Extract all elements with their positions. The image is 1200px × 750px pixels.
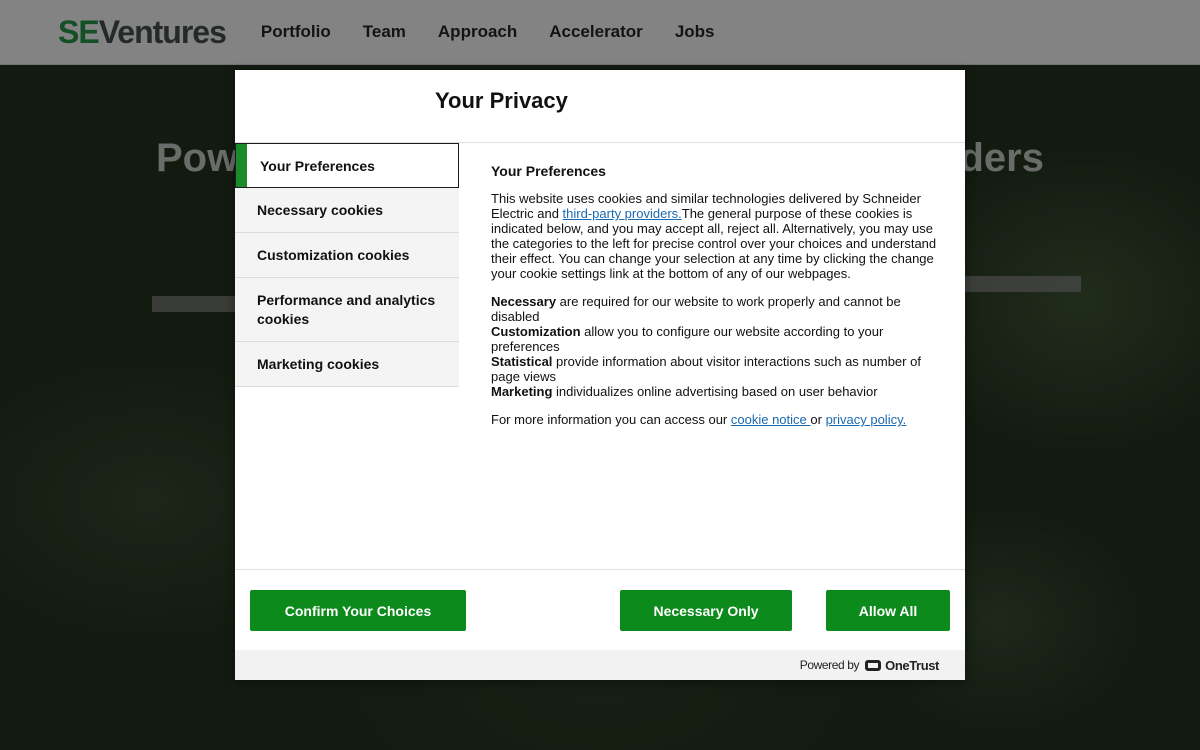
definition-necessary: Necessary are required for our website t… bbox=[491, 294, 901, 324]
cookie-notice-link[interactable]: cookie notice bbox=[731, 412, 811, 427]
tab-customization-cookies[interactable]: Customization cookies bbox=[235, 233, 459, 278]
powered-by-bar: Powered by OneTrust bbox=[235, 650, 965, 680]
tab-label: Marketing cookies bbox=[257, 356, 380, 372]
definitions-list: Necessary are required for our website t… bbox=[491, 294, 941, 399]
preference-tabs: Your Preferences Necessary cookies Custo… bbox=[235, 143, 459, 387]
modal-body: Your Preferences Necessary cookies Custo… bbox=[235, 143, 965, 569]
onetrust-icon bbox=[865, 659, 882, 671]
third-party-providers-link[interactable]: third-party providers. bbox=[563, 206, 682, 221]
privacy-policy-link[interactable]: privacy policy. bbox=[826, 412, 907, 427]
definition-text: individualizes online advertising based … bbox=[552, 384, 878, 399]
tab-label: Your Preferences bbox=[260, 157, 375, 174]
powered-by-text: Powered by bbox=[799, 658, 860, 672]
tab-label: Performance and analytics cookies bbox=[257, 291, 436, 327]
preference-content: Your Preferences This website uses cooki… bbox=[491, 164, 941, 440]
definition-text: provide information about visitor intera… bbox=[491, 354, 921, 384]
onetrust-logo[interactable]: OneTrust bbox=[865, 658, 939, 673]
confirm-choices-button[interactable]: Confirm Your Choices bbox=[250, 590, 466, 631]
more-info-paragraph: For more information you can access our … bbox=[491, 412, 941, 427]
definition-term: Necessary bbox=[491, 294, 557, 309]
tab-label: Necessary cookies bbox=[257, 202, 384, 218]
privacy-modal: Your Privacy Your Preferences Necessary … bbox=[235, 70, 965, 680]
definition-term: Statistical bbox=[491, 354, 553, 369]
intro-paragraph: This website uses cookies and similar te… bbox=[491, 191, 941, 281]
or-text: or bbox=[810, 412, 826, 427]
necessary-only-button[interactable]: Necessary Only bbox=[620, 590, 792, 631]
definition-term: Marketing bbox=[491, 384, 553, 399]
modal-footer: Confirm Your Choices Necessary Only Allo… bbox=[235, 569, 965, 650]
content-title: Your Preferences bbox=[491, 163, 606, 179]
definition-marketing: Marketing individualizes online advertis… bbox=[491, 384, 878, 399]
allow-all-button[interactable]: Allow All bbox=[826, 590, 950, 631]
more-info-text: For more information you can access our bbox=[491, 412, 731, 427]
definition-statistical: Statistical provide information about vi… bbox=[491, 354, 921, 384]
tab-label: Customization cookies bbox=[257, 247, 410, 263]
definition-customization: Customization allow you to configure our… bbox=[491, 324, 883, 354]
tab-performance-analytics-cookies[interactable]: Performance and analytics cookies bbox=[235, 278, 459, 342]
onetrust-text: OneTrust bbox=[885, 657, 939, 673]
tab-marketing-cookies[interactable]: Marketing cookies bbox=[235, 342, 459, 387]
modal-title: Your Privacy bbox=[435, 88, 568, 113]
modal-header: Your Privacy bbox=[235, 70, 965, 143]
definition-term: Customization bbox=[491, 324, 581, 339]
tab-necessary-cookies[interactable]: Necessary cookies bbox=[235, 188, 459, 233]
tab-your-preferences[interactable]: Your Preferences bbox=[235, 143, 459, 188]
